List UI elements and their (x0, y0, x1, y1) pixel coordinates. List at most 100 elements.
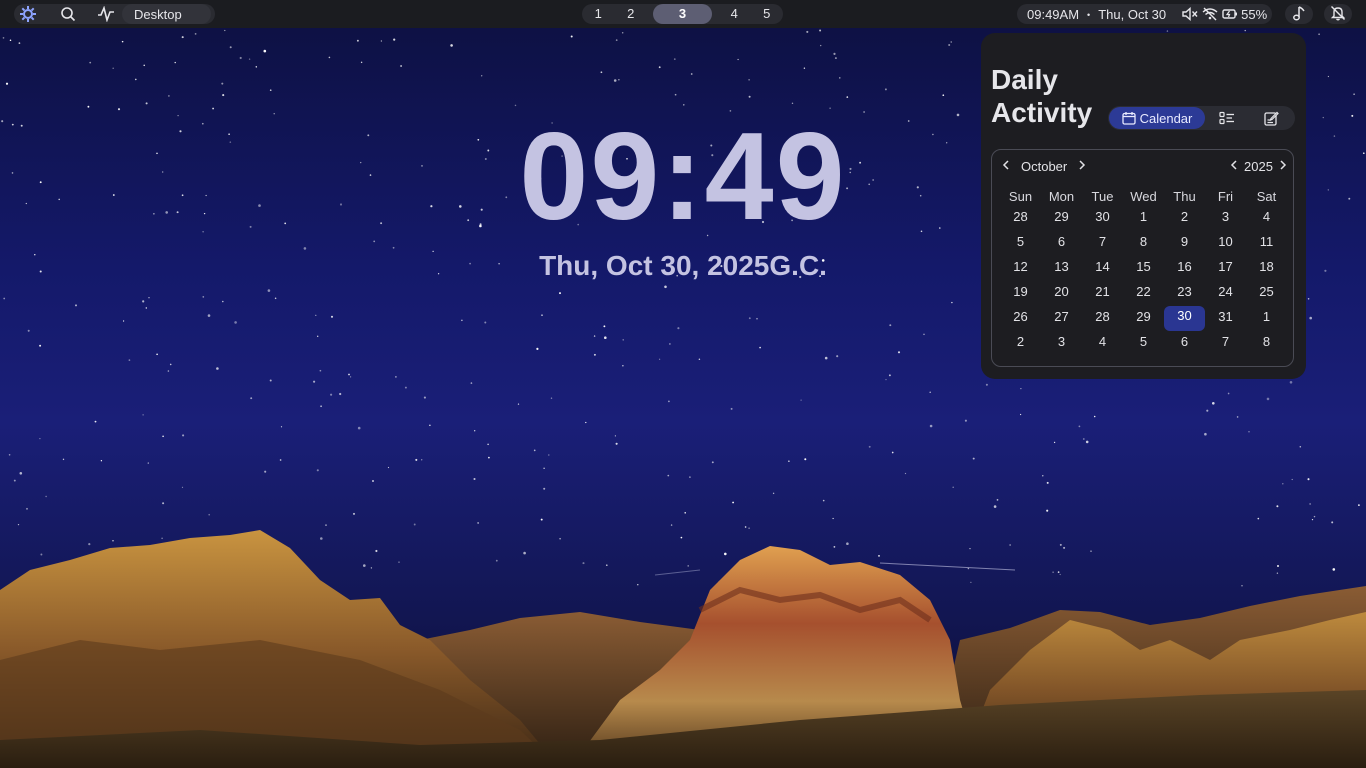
app-launcher-icon[interactable] (14, 4, 42, 24)
wifi-off-icon[interactable] (1200, 7, 1220, 21)
calendar-day[interactable]: 20 (1041, 281, 1082, 302)
calendar-header: October 2025 (992, 150, 1295, 180)
calendar-day[interactable]: 5 (1000, 231, 1041, 252)
calendar-day[interactable]: 10 (1205, 231, 1246, 252)
separator: • (1087, 9, 1091, 20)
calendar-week-row: 12 13 14 15 16 17 18 (1000, 256, 1287, 281)
battery-icon (1220, 7, 1240, 21)
notifications-button[interactable] (1324, 4, 1352, 24)
active-window-label[interactable]: Desktop (122, 4, 211, 24)
music-note-icon (1292, 5, 1306, 24)
calendar-week-row: 19 20 21 22 23 24 25 (1000, 281, 1287, 306)
tab-calendar-label: Calendar (1139, 110, 1193, 126)
calendar-day[interactable]: 7 (1082, 231, 1123, 252)
calendar-day[interactable]: 1 (1246, 306, 1287, 327)
notifications-off-icon (1330, 5, 1346, 24)
calendar-day[interactable]: 7 (1205, 331, 1246, 352)
calendar-day[interactable]: 29 (1041, 206, 1082, 227)
calendar-week-row: 26 27 28 29 30 31 1 (1000, 306, 1287, 331)
workspace-5[interactable]: 5 (751, 4, 783, 24)
calendar-day[interactable]: 28 (1000, 206, 1041, 227)
calendar-day[interactable]: 31 (1205, 306, 1246, 327)
panel-title: Daily Activity (991, 64, 1093, 128)
calendar-day[interactable]: 6 (1164, 331, 1205, 352)
chevron-left-icon[interactable] (999, 158, 1013, 172)
battery-percentage: 55% (1241, 6, 1268, 22)
volume-muted-icon[interactable] (1180, 7, 1200, 21)
calendar-grid: Sun Mon Tue Wed Thu Fri Sat 28 29 30 1 2 3 4 5 6… (1000, 186, 1287, 356)
activity-icon[interactable] (92, 4, 120, 24)
chevron-right-icon[interactable] (1075, 158, 1089, 172)
checklist-icon (1219, 111, 1234, 125)
day-header: Fri (1217, 189, 1234, 204)
calendar-day[interactable]: 1 (1123, 206, 1164, 227)
day-header: Sun (1008, 189, 1033, 204)
calendar-day[interactable]: 13 (1041, 256, 1082, 277)
topbar-time: 09:49AM (1027, 6, 1080, 22)
workspace-1[interactable]: 1 (582, 4, 614, 24)
daily-activity-panel: Daily Activity Calendar October 2025 Sun… (981, 33, 1306, 379)
calendar-day[interactable]: 15 (1123, 256, 1164, 277)
calendar-day[interactable]: 12 (1000, 256, 1041, 277)
status-group[interactable]: 09:49AM • Thu, Oct 30 55% (1017, 4, 1272, 24)
calendar-day[interactable]: 3 (1205, 206, 1246, 227)
day-header: Wed (1130, 189, 1157, 204)
calendar-day[interactable]: 21 (1082, 281, 1123, 302)
calendar-day[interactable]: 14 (1082, 256, 1123, 277)
calendar-day[interactable]: 8 (1246, 331, 1287, 352)
calendar-day[interactable]: 18 (1246, 256, 1287, 277)
calendar-day[interactable]: 6 (1041, 231, 1082, 252)
calendar-day[interactable]: 26 (1000, 306, 1041, 327)
chevron-left-icon[interactable] (1227, 158, 1241, 172)
calendar-day[interactable]: 4 (1246, 206, 1287, 227)
workspace-3[interactable]: 3 (652, 4, 713, 24)
tab-notes[interactable] (1249, 107, 1293, 129)
calendar-day[interactable]: 30 (1164, 306, 1205, 331)
calendar-day[interactable]: 8 (1123, 231, 1164, 252)
calendar-icon (1121, 112, 1136, 125)
day-header: Tue (1091, 189, 1114, 204)
tab-todo[interactable] (1205, 107, 1249, 129)
topbar-clock[interactable]: 09:49AM • Thu, Oct 30 (1017, 7, 1166, 22)
calendar-day[interactable]: 16 (1164, 256, 1205, 277)
calendar-day[interactable]: 11 (1246, 231, 1287, 252)
calendar-day[interactable]: 29 (1123, 306, 1164, 327)
calendar-day[interactable]: 4 (1082, 331, 1123, 352)
status-icons: 55% (1180, 7, 1267, 22)
calendar-day[interactable]: 5 (1123, 331, 1164, 352)
music-button[interactable] (1285, 4, 1313, 24)
workspace-4[interactable]: 4 (718, 4, 750, 24)
calendar-day[interactable]: 25 (1246, 281, 1287, 302)
calendar-day[interactable]: 28 (1082, 306, 1123, 327)
calendar-day[interactable]: 19 (1000, 281, 1041, 302)
calendar-day[interactable]: 23 (1164, 281, 1205, 302)
year-label: 2025 (1244, 159, 1273, 174)
calendar: October 2025 Sun Mon Tue Wed Thu Fri Sat (991, 149, 1294, 367)
workspace-switcher: 1 2 3 4 5 (582, 4, 783, 24)
day-header: Sat (1256, 189, 1277, 204)
calendar-day[interactable]: 2 (1000, 331, 1041, 352)
day-header-row: Sun Mon Tue Wed Thu Fri Sat (1000, 186, 1287, 206)
tab-calendar[interactable]: Calendar (1109, 107, 1205, 129)
search-icon[interactable] (54, 4, 82, 24)
day-header: Thu (1173, 189, 1196, 204)
calendar-week-row: 2345678 (1000, 331, 1287, 356)
calendar-day[interactable]: 9 (1164, 231, 1205, 252)
edit-note-icon (1263, 111, 1279, 126)
workspace-2[interactable]: 2 (614, 4, 646, 24)
calendar-day[interactable]: 17 (1205, 256, 1246, 277)
calendar-day[interactable]: 3 (1041, 331, 1082, 352)
topbar-date: Thu, Oct 30 (1098, 6, 1167, 22)
calendar-day[interactable]: 22 (1123, 281, 1164, 302)
calendar-weeks: 28 29 30 1 2 3 4 5 6 7 8 9 10 11 12 13 14 15 16 17 18 19 20 21 2… (1000, 206, 1287, 356)
calendar-day[interactable]: 27 (1041, 306, 1082, 327)
panel-tabs: Calendar (1108, 106, 1295, 130)
calendar-day[interactable]: 2 (1164, 206, 1205, 227)
calendar-day[interactable]: 24 (1205, 281, 1246, 302)
chevron-right-icon[interactable] (1276, 158, 1290, 172)
calendar-week-row: 5 6 7 8 9 10 11 (1000, 231, 1287, 256)
calendar-day[interactable]: 30 (1082, 206, 1123, 227)
calendar-week-row: 28 29 30 1 2 3 4 (1000, 206, 1287, 231)
day-header: Mon (1048, 189, 1075, 204)
left-bar-group: Desktop (14, 4, 215, 24)
